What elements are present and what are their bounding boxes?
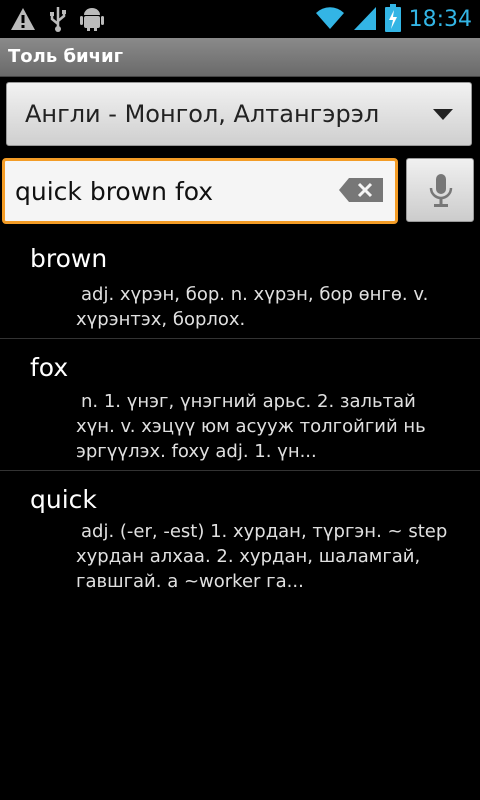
status-bar: 18:34 (0, 0, 480, 38)
chevron-down-icon (433, 109, 453, 120)
app-title-bar: Толь бичиг (0, 38, 480, 77)
clear-text-icon[interactable] (339, 178, 383, 202)
list-item[interactable]: brown adj. хүрэн, бор. n. хүрэн, бор өнг… (0, 228, 480, 339)
battery-charging-icon (384, 4, 401, 36)
list-item[interactable]: quick adj. (-er, -est) 1. хурдан, түргэн… (0, 471, 480, 611)
dictionary-select-value: Англи - Монгол, Алтангэрэл (25, 100, 380, 128)
clock: 18:34 (408, 7, 472, 32)
entry-word: brown (30, 244, 108, 273)
entry-word: fox (30, 353, 69, 382)
dictionary-select[interactable]: Англи - Монгол, Алтангэрэл (6, 82, 472, 146)
signal-icon (353, 5, 377, 35)
microphone-icon (429, 174, 453, 207)
warning-icon (10, 7, 36, 35)
entry-definition: adj. (-er, -est) 1. хурдан, түргэн. ~ st… (76, 521, 448, 592)
entry-definition: adj. хүрэн, бор. n. хүрэн, бор өнгө. v. … (76, 284, 429, 330)
results-list: brown adj. хүрэн, бор. n. хүрэн, бор өнг… (0, 228, 480, 611)
app-title: Толь бичиг (8, 46, 124, 67)
android-debug-icon (80, 6, 104, 36)
wifi-icon (315, 6, 345, 34)
list-item[interactable]: fox n. 1. үнэг, үнэгний арьс. 2. зальтай… (0, 339, 480, 471)
search-input[interactable] (15, 171, 325, 211)
entry-definition: n. 1. үнэг, үнэгний арьс. 2. зальтай хүн… (76, 391, 426, 462)
search-box[interactable] (2, 158, 398, 224)
voice-search-button[interactable] (406, 158, 474, 222)
entry-word: quick (30, 485, 97, 514)
usb-icon (48, 6, 68, 36)
